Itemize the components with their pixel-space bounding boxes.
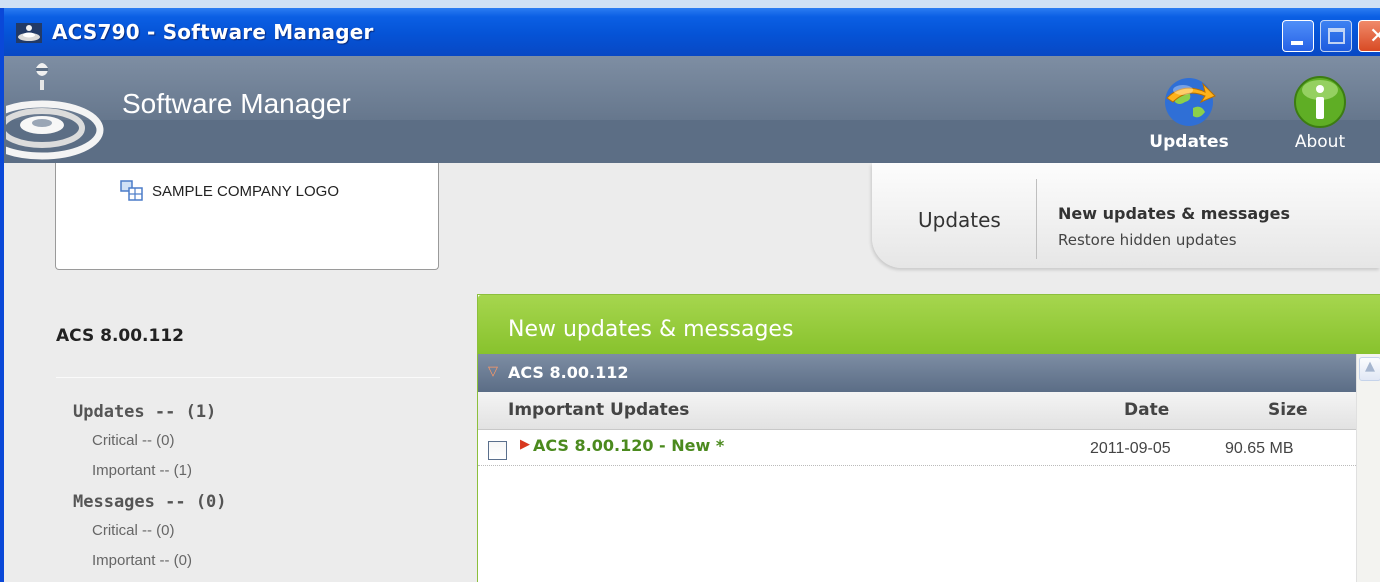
installed-version: ACS 8.00.112	[56, 326, 184, 346]
updates-tab-box: Updates New updates & messages Restore h…	[872, 163, 1380, 268]
updates-panel: New updates & messages ▽ ACS 8.00.112 Im…	[477, 294, 1380, 582]
tab-restore-hidden-updates[interactable]: Restore hidden updates	[1058, 231, 1237, 249]
update-checkbox[interactable]	[488, 441, 507, 460]
group-header[interactable]: ▽ ACS 8.00.112	[478, 354, 1356, 392]
about-button[interactable]: About	[1280, 56, 1360, 163]
column-header-date[interactable]: Date	[1124, 400, 1169, 420]
group-name: ACS 8.00.112	[508, 363, 629, 382]
vertical-scrollbar[interactable]: ▲	[1356, 354, 1380, 582]
tree-item-updates-critical[interactable]: Critical -- (0)	[92, 432, 175, 449]
maximize-icon	[1328, 28, 1345, 44]
app-icon	[16, 23, 42, 43]
panel-header: New updates & messages	[478, 295, 1380, 354]
column-header-size[interactable]: Size	[1268, 400, 1308, 420]
sidebar-divider	[56, 377, 440, 378]
scroll-up-button[interactable]: ▲	[1359, 357, 1380, 381]
update-name[interactable]: ACS 8.00.120 - New *	[533, 436, 724, 455]
tree-item-updates-important[interactable]: Important -- (1)	[92, 462, 192, 479]
tab-divider	[1036, 179, 1037, 259]
column-headers: Important Updates Date Size	[478, 392, 1356, 430]
company-logo-icon	[120, 180, 143, 201]
chevron-up-icon: ▲	[1365, 359, 1375, 374]
column-header-important-updates[interactable]: Important Updates	[508, 400, 689, 420]
window-title: ACS790 - Software Manager	[52, 20, 374, 44]
minimize-button[interactable]	[1282, 20, 1314, 52]
collapse-triangle-icon[interactable]: ▽	[488, 364, 498, 379]
tree-item-messages[interactable]: Messages -- (0)	[73, 492, 227, 512]
expand-arrow-icon[interactable]: ▶	[520, 437, 530, 452]
close-icon: ✕	[1369, 24, 1380, 49]
update-row[interactable]: ▶ ACS 8.00.120 - New * 2011-09-05 90.65 …	[478, 430, 1356, 466]
tree-item-updates[interactable]: Updates -- (1)	[73, 402, 216, 422]
updates-button-label: Updates	[1149, 132, 1229, 152]
app-header: Software Manager Updates About	[4, 56, 1380, 163]
tree-item-messages-important[interactable]: Important -- (0)	[92, 552, 192, 569]
update-size: 90.65 MB	[1225, 440, 1294, 457]
about-button-label: About	[1294, 132, 1346, 152]
section-title: Updates	[918, 208, 1001, 232]
app-window: ACS790 - Software Manager ✕ Software Man…	[0, 8, 1380, 582]
update-date: 2011-09-05	[1090, 440, 1171, 457]
close-button[interactable]: ✕	[1358, 20, 1380, 52]
company-logo-text: SAMPLE COMPANY LOGO	[152, 183, 339, 200]
minimize-icon	[1291, 41, 1303, 45]
company-logo-box: SAMPLE COMPANY LOGO	[55, 163, 439, 270]
title-bar[interactable]: ACS790 - Software Manager ✕	[4, 8, 1380, 56]
info-icon	[1294, 76, 1346, 128]
app-title: Software Manager	[122, 88, 351, 119]
updates-button[interactable]: Updates	[1139, 56, 1239, 163]
globe-update-icon	[1165, 78, 1216, 126]
software-manager-logo-icon	[6, 63, 104, 160]
maximize-button[interactable]	[1320, 20, 1352, 52]
tree-item-messages-critical[interactable]: Critical -- (0)	[92, 522, 175, 539]
panel-title: New updates & messages	[508, 317, 794, 342]
tab-new-updates-messages[interactable]: New updates & messages	[1058, 204, 1290, 223]
